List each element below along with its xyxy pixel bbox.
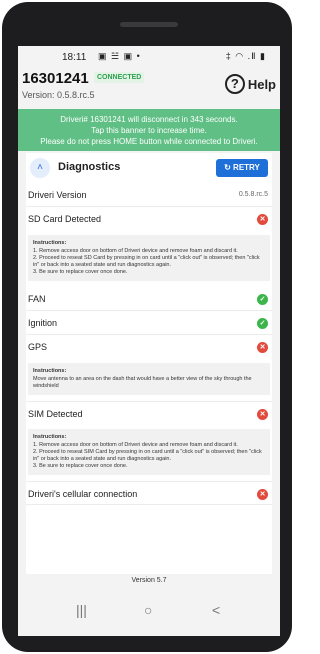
chevron-up-icon[interactable]: ˄: [30, 158, 50, 178]
gps-instructions: Instructions: Move antenna to an area on…: [28, 363, 270, 395]
banner-line-3: Please do not press HOME button while co…: [40, 137, 258, 146]
diagnostics-title: Diagnostics: [58, 161, 121, 173]
instruction-step: 2. Proceed to reseat SD Card by pressing…: [33, 255, 260, 268]
error-icon: ✕: [257, 409, 268, 420]
help-icon: ?: [224, 74, 245, 94]
cellular-row: Driveri's cellular connection ✕: [26, 481, 272, 505]
sd-card-instructions: Instructions: 1. Remove access door on b…: [28, 235, 270, 281]
retry-button[interactable]: ↻ RETRY: [216, 159, 268, 177]
recents-icon[interactable]: |||: [76, 602, 87, 618]
row-label: SIM Detected: [28, 409, 83, 419]
home-icon[interactable]: ○: [144, 602, 152, 618]
row-value: 0.5.8.rc.5: [238, 191, 268, 198]
row-label: Driveri Version: [28, 190, 87, 200]
banner-line-1: Driveri# 16301241 will disconnect in 343…: [60, 115, 238, 124]
fan-row: FAN ✓: [26, 287, 272, 311]
error-icon: ✕: [257, 489, 268, 500]
instructions-title: Instructions:: [33, 240, 67, 246]
instruction-step: 1. Remove access door on bottom of Drive…: [33, 248, 238, 254]
app-header: 16301241 CONNECTED Version: 0.5.8.rc.5 ?…: [18, 68, 280, 106]
gps-row: GPS ✕: [26, 335, 272, 359]
help-button[interactable]: ? Help: [224, 73, 276, 95]
driveri-version-row: Driveri Version 0.5.8.rc.5: [26, 183, 272, 207]
row-label: SD Card Detected: [28, 214, 102, 224]
status-time: 18:11: [62, 52, 87, 63]
disconnect-banner[interactable]: Driveri# 16301241 will disconnect in 343…: [18, 109, 280, 151]
error-icon: ✕: [257, 214, 268, 225]
retry-icon: ↻: [224, 163, 231, 172]
sd-card-row: SD Card Detected ✕: [26, 207, 272, 231]
status-bar: 18:11 ▣ ☱ ▣ • ‡ ◠ .Ⅱ ▮: [18, 46, 280, 68]
android-nav-bar: ||| ○ <: [18, 588, 280, 636]
sim-row: SIM Detected ✕: [26, 401, 272, 425]
diagnostics-scroll[interactable]: ˄ Diagnostics ↻ RETRY Driveri Version 0.…: [18, 151, 280, 574]
row-label: FAN: [28, 294, 46, 304]
status-badge: CONNECTED: [94, 72, 145, 83]
sim-instructions: Instructions: 1. Remove access door on b…: [28, 429, 270, 475]
signal-battery-icons: ‡ ◠ .Ⅱ ▮: [225, 51, 266, 61]
help-label: Help: [247, 76, 276, 92]
check-icon: ✓: [257, 294, 268, 305]
app-screen: 18:11 ▣ ☱ ▣ • ‡ ◠ .Ⅱ ▮ 16301241 CONNECTE…: [18, 46, 280, 636]
instruction-step: 3. Be sure to replace cover once done.: [33, 269, 128, 275]
instruction-step: 1. Remove access door on bottom of Drive…: [33, 442, 238, 448]
row-label: Driveri's cellular connection: [28, 489, 138, 499]
device-id: 16301241: [22, 70, 89, 87]
notification-icons: ▣ ☱ ▣ •: [98, 51, 141, 61]
instructions-title: Instructions:: [33, 434, 67, 440]
ignition-row: Ignition ✓: [26, 311, 272, 335]
diagnostics-card: ˄ Diagnostics ↻ RETRY Driveri Version 0.…: [26, 153, 272, 574]
diagnostics-header: ˄ Diagnostics ↻ RETRY: [26, 153, 272, 183]
row-label: GPS: [28, 342, 48, 352]
banner-line-2: Tap this banner to increase time.: [91, 126, 207, 135]
retry-label: RETRY: [233, 163, 260, 172]
row-label: Ignition: [28, 318, 58, 328]
error-icon: ✕: [257, 342, 268, 353]
instruction-step: 2. Proceed to reseat SIM Card by pressin…: [33, 449, 262, 462]
instruction-text: Move antenna to an area on the dash that…: [33, 376, 252, 389]
footer-version: Version 5.7: [131, 577, 167, 584]
earpiece: [120, 22, 178, 27]
check-icon: ✓: [257, 318, 268, 329]
back-icon[interactable]: <: [212, 602, 220, 618]
app-version: Version: 0.5.8.rc.5: [22, 90, 95, 100]
instruction-step: 3. Be sure to replace cover once done.: [33, 463, 128, 469]
phone-frame: 18:11 ▣ ☱ ▣ • ‡ ◠ .Ⅱ ▮ 16301241 CONNECTE…: [2, 2, 292, 652]
instructions-title: Instructions:: [33, 368, 67, 374]
